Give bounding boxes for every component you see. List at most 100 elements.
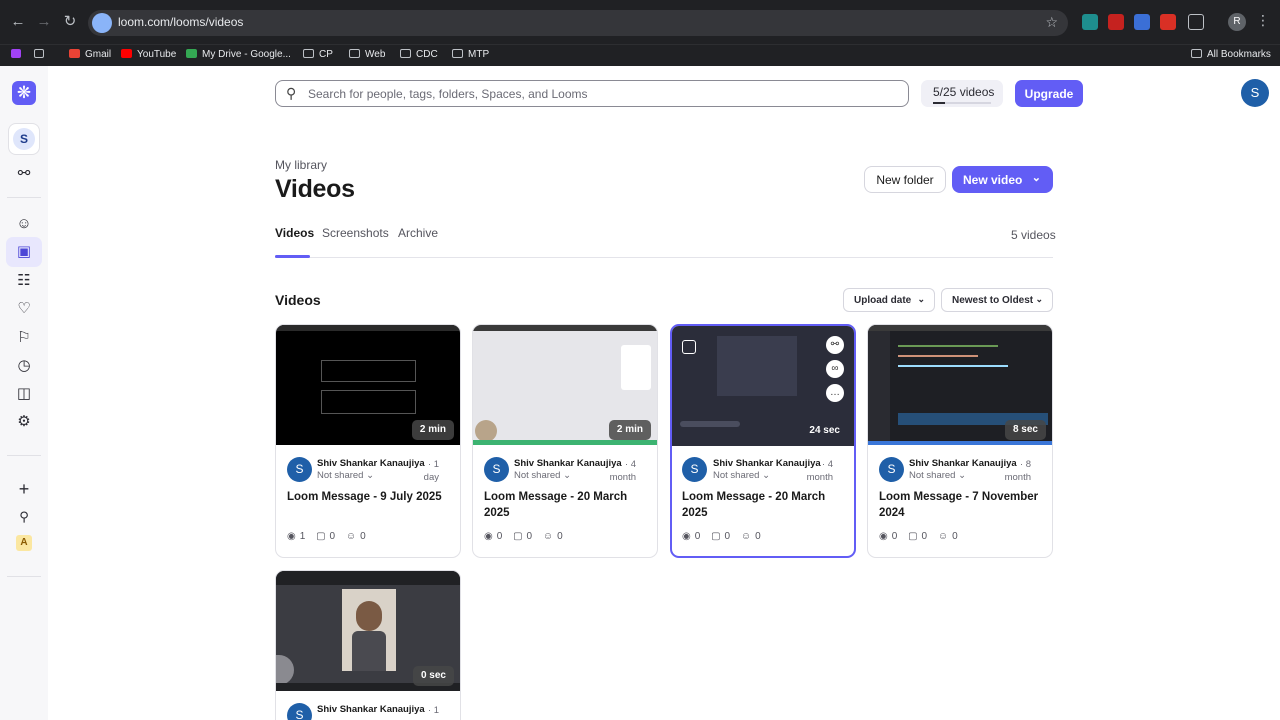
video-title[interactable]: Loom Message - 9 July 2025	[287, 489, 453, 505]
add-member-icon[interactable]: ⚯	[14, 164, 34, 184]
video-card-hovered[interactable]: ⚯ ∞ … 24 sec S Shiv Shankar Kanaujiya · …	[670, 324, 856, 558]
duration-badge: 2 min	[411, 420, 454, 440]
upload-age: · 4 month	[609, 459, 636, 483]
bell-icon[interactable]: ♡	[14, 299, 34, 319]
extensions-puzzle-icon[interactable]	[1188, 14, 1204, 30]
tab-videos[interactable]: Videos	[275, 226, 314, 240]
eye-icon: ◉	[287, 531, 296, 542]
upgrade-button[interactable]: Upgrade	[1015, 80, 1083, 107]
views-stat: ◉ 0	[879, 531, 898, 542]
video-stats: ◉ 0 ▢ 0 ☺ 0	[879, 531, 966, 542]
video-title[interactable]: Loom Message - 20 March 2025	[682, 489, 848, 521]
bookmark-gmail[interactable]: Gmail	[69, 49, 111, 60]
workspace-avatar[interactable]: S	[8, 123, 40, 155]
extension-icon[interactable]	[1134, 14, 1150, 30]
add-icon[interactable]: +	[14, 479, 34, 499]
eye-icon: ◉	[682, 531, 691, 542]
bookmark-icon[interactable]: ⚐	[14, 328, 34, 348]
chevron-down-icon: ⌄	[1031, 172, 1041, 184]
extension-icon[interactable]	[1082, 14, 1098, 30]
forward-icon[interactable]: →	[34, 12, 54, 32]
new-folder-button[interactable]: New folder	[864, 166, 946, 193]
workspace-badge[interactable]: A	[16, 535, 32, 551]
sharing-status[interactable]: Not shared ⌄	[909, 470, 966, 481]
upload-age: · 1	[427, 705, 439, 716]
comments-stat: ▢ 0	[711, 531, 731, 542]
search-input[interactable]	[308, 84, 898, 104]
bookmark-folder-cdc[interactable]: CDC	[400, 49, 438, 60]
new-video-button[interactable]: New video ⌄	[952, 166, 1053, 193]
duration-badge: 24 sec	[809, 425, 840, 436]
profile-icon[interactable]: ☺	[14, 214, 34, 234]
duration-badge: 2 min	[608, 420, 651, 440]
eye-icon: ◉	[879, 531, 888, 542]
add-person-icon[interactable]: ⚯	[826, 336, 844, 354]
loom-logo-icon[interactable]: ❋	[12, 81, 36, 105]
comments-stat: ▢ 0	[513, 531, 533, 542]
sort-order-label: Newest to Oldest	[952, 294, 1034, 306]
tab-screenshots[interactable]: Screenshots	[322, 226, 389, 240]
settings-gear-icon[interactable]: ⚙	[14, 412, 34, 432]
user-avatar[interactable]: S	[1241, 79, 1269, 107]
smiley-icon: ☺	[740, 531, 752, 542]
duration-badge: 0 sec	[412, 666, 454, 686]
search-icon[interactable]: ⚲	[14, 507, 34, 527]
reload-icon[interactable]: ↻	[60, 12, 80, 32]
calendar-icon[interactable]: ☷	[14, 271, 34, 291]
author-avatar: S	[287, 457, 312, 482]
history-icon[interactable]: ◷	[14, 356, 34, 376]
breadcrumb[interactable]: My library	[275, 158, 327, 172]
bookmark-youtube[interactable]: YouTube	[121, 49, 176, 60]
all-bookmarks[interactable]: All Bookmarks	[1191, 49, 1271, 60]
sharing-status[interactable]: Not shared ⌄	[713, 470, 770, 481]
library-icon[interactable]: ▣	[14, 242, 34, 262]
video-card[interactable]: 0 sec S Shiv Shankar Kanaujiya · 1	[275, 570, 461, 720]
video-title[interactable]: Loom Message - 7 November 2024	[879, 489, 1045, 521]
reactions-stat: ☺ 0	[542, 531, 563, 542]
sharing-status[interactable]: Not shared ⌄	[317, 470, 374, 481]
upload-age: · 4 month	[806, 459, 833, 483]
upload-age: · 8 month	[1004, 459, 1031, 483]
sidebar-divider	[7, 576, 41, 577]
tab-archive[interactable]: Archive	[398, 226, 438, 240]
url-text: loom.com/looms/videos	[118, 15, 244, 29]
sort-order-dropdown[interactable]: Newest to Oldest ⌄	[941, 288, 1053, 312]
bookmark-folder-mtp[interactable]: MTP	[452, 49, 489, 60]
chevron-down-icon: ⌄	[1035, 294, 1043, 304]
video-card[interactable]: 2 min S Shiv Shankar Kanaujiya · 4 month …	[472, 324, 658, 558]
bookmark-folder-web[interactable]: Web	[349, 49, 385, 60]
comment-icon: ▢	[908, 531, 918, 542]
address-bar[interactable]: loom.com/looms/videos ☆	[88, 10, 1068, 36]
sharing-status[interactable]: Not shared ⌄	[514, 470, 571, 481]
author-avatar: S	[287, 703, 312, 720]
site-info-icon[interactable]	[92, 13, 112, 33]
video-quota[interactable]: 5/25 videos	[921, 80, 1003, 107]
bookmark-star-icon[interactable]: ☆	[1045, 14, 1058, 31]
more-options-icon[interactable]: …	[826, 384, 844, 402]
search-bar[interactable]: ⚲	[275, 80, 909, 107]
browser-toolbar: ← → ↻ loom.com/looms/videos ☆ R ⋮	[0, 0, 1280, 44]
section-title: Videos	[275, 292, 321, 308]
chrome-menu-icon[interactable]: ⋮	[1256, 12, 1270, 29]
apps-icon[interactable]	[11, 49, 26, 60]
bookmark-folder-cp[interactable]: CP	[303, 49, 333, 60]
select-checkbox[interactable]	[682, 340, 696, 354]
video-stats: ◉ 1 ▢ 0 ☺ 0	[287, 531, 374, 542]
gift-icon[interactable]: ◫	[14, 384, 34, 404]
video-card[interactable]: 2 min S Shiv Shankar Kanaujiya · 1 day No…	[275, 324, 461, 558]
comments-stat: ▢ 0	[316, 531, 336, 542]
sort-field-dropdown[interactable]: Upload date ⌄	[843, 288, 935, 312]
extension-icon[interactable]	[1160, 14, 1176, 30]
video-card[interactable]: 8 sec S Shiv Shankar Kanaujiya · 8 month …	[867, 324, 1053, 558]
bookmark-drive[interactable]: My Drive - Google...	[186, 49, 291, 60]
new-video-label: New video	[963, 172, 1023, 187]
reactions-stat: ☺ 0	[740, 531, 761, 542]
video-title[interactable]: Loom Message - 20 March 2025	[484, 489, 650, 521]
copy-link-icon[interactable]: ∞	[826, 360, 844, 378]
tab-divider	[275, 257, 1053, 258]
extension-icon[interactable]	[1108, 14, 1124, 30]
back-icon[interactable]: ←	[8, 12, 28, 32]
active-tab-indicator	[275, 255, 310, 258]
grid-icon[interactable]	[34, 49, 49, 60]
chrome-profile-avatar[interactable]: R	[1228, 13, 1246, 31]
